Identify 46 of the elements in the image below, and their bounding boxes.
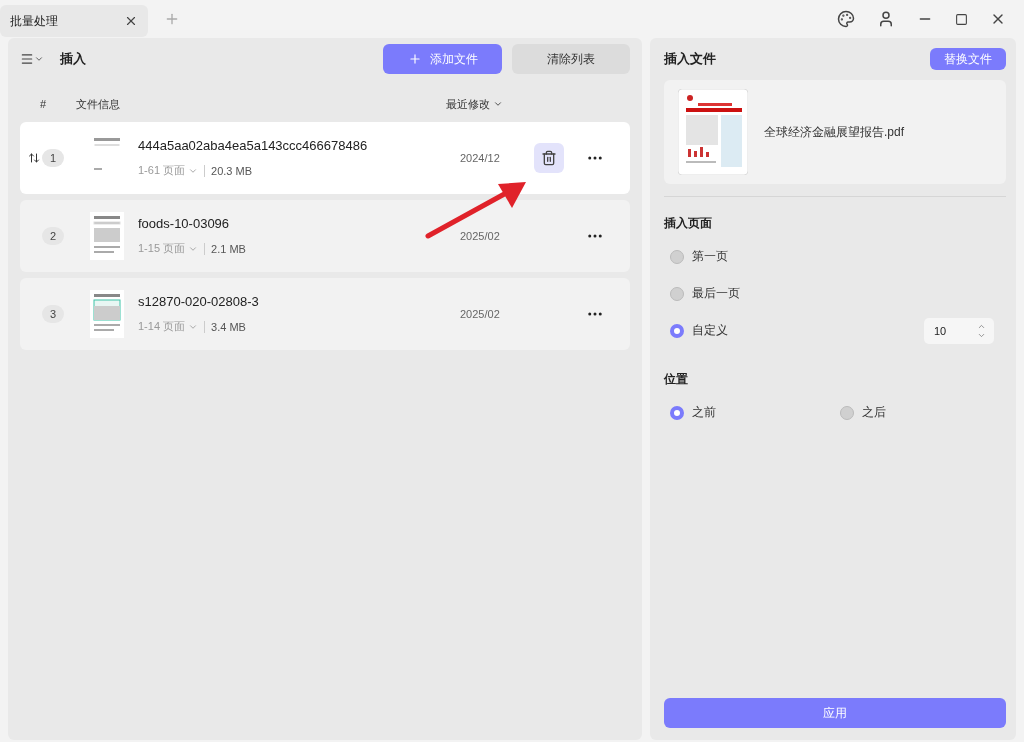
file-row[interactable]: 1 444a5aa02aba4ea5a143ccc466678486 1-61 页面 20.3 MB 2024/12 (20, 122, 630, 194)
file-size: 20.3 MB (204, 164, 253, 177)
modified-date: 2024/12 (460, 152, 501, 164)
modified-date: 2025/02 (460, 230, 501, 242)
maximize-icon[interactable] (955, 12, 968, 26)
close-icon[interactable] (124, 14, 138, 28)
row-number: 2 (42, 227, 64, 245)
radio-label: 第一页 (692, 248, 728, 265)
delete-button[interactable] (534, 143, 564, 173)
radio-label: 之前 (692, 404, 716, 421)
radio-label: 之后 (862, 404, 886, 421)
radio-button[interactable] (670, 249, 684, 264)
modified-date: 2025/02 (460, 308, 501, 320)
file-name: 444a5aa02aba4ea5a143ccc466678486 (138, 138, 369, 153)
file-size: 3.4 MB (204, 320, 246, 333)
row-number: 1 (42, 149, 64, 167)
column-header: 文件信息 (76, 96, 121, 112)
radio-button[interactable] (670, 405, 684, 420)
user-icon[interactable] (877, 10, 895, 28)
drag-handle-icon[interactable] (28, 152, 40, 164)
file-row[interactable]: 3 s12870-020-02808-3 1-14 页面 3.4 MB 2025/02 (20, 278, 630, 350)
file-name: foods-10-03096 (138, 216, 231, 231)
column-header: # (39, 98, 48, 110)
row-number: 3 (42, 305, 64, 323)
section-title: 位置 (664, 371, 689, 388)
radio-label: 最后一页 (692, 285, 740, 302)
plus-icon (407, 52, 422, 66)
section-title: 插入页面 (664, 215, 713, 232)
palette-icon[interactable] (837, 10, 855, 28)
radio-label: 自定义 (692, 322, 728, 339)
radio-button[interactable] (840, 405, 854, 420)
menu-icon[interactable] (20, 52, 44, 66)
clear-list-button[interactable]: 清除列表 (512, 44, 630, 74)
section-title: 插入文件 (664, 50, 716, 68)
file-name: s12870-020-02808-3 (138, 294, 260, 309)
file-row[interactable]: 2 foods-10-03096 1-15 页面 2.1 MB 2025/02 (20, 200, 630, 272)
panel-title: 插入 (60, 50, 86, 68)
file-size: 2.1 MB (204, 242, 246, 255)
tab[interactable]: 批量处理 (0, 5, 148, 37)
sort-header[interactable]: 最近修改 (446, 96, 503, 112)
file-name: 全球经济金融展望报告.pdf (764, 123, 904, 141)
radio-button[interactable] (670, 286, 684, 301)
trash-icon (541, 150, 557, 166)
radio-button[interactable] (670, 323, 684, 338)
tab-title: 批量处理 (10, 12, 58, 30)
caret-icon (493, 99, 503, 109)
